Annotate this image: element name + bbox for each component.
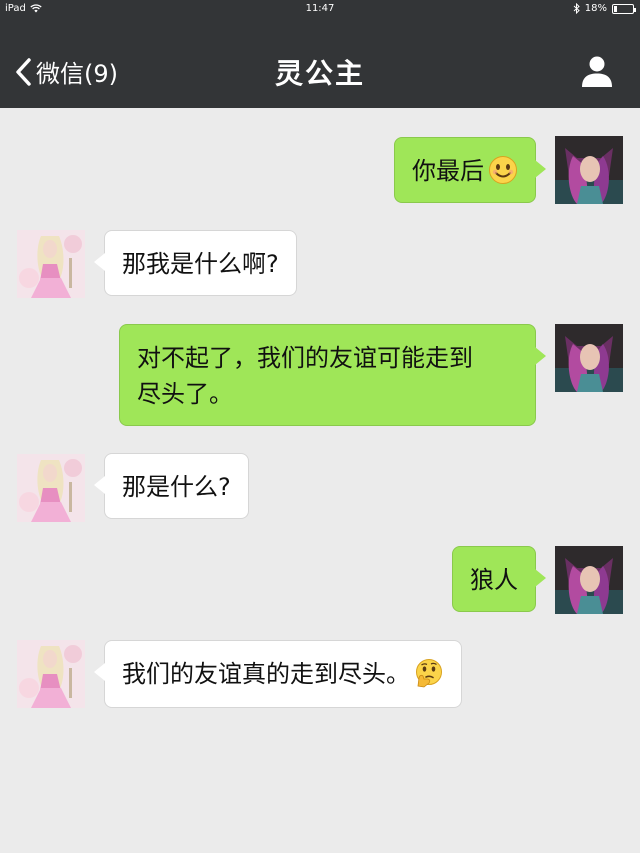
bluetooth-icon [573,3,580,14]
message-text: 那我是什么啊? [122,250,279,278]
message-text: 你最后 [412,157,484,185]
battery-fill [614,5,618,12]
message-text: 我们的友谊真的走到尽头。 [122,660,410,688]
chat-title: 灵公主 [274,57,365,90]
message-bubble-incoming[interactable]: 我们的友谊真的走到尽头。 [94,640,462,708]
message-bubble-outgoing[interactable]: 对不起了，我们的友谊可能走到 尽头了。 [119,324,546,426]
contact-avatar[interactable] [17,454,85,522]
message-bubble-outgoing[interactable]: 狼人 [452,546,546,612]
message-text-line: 对不起了，我们的友谊可能走到 [137,344,473,372]
chat-area[interactable]: 你最后 那我是什么啊? 对不起了，我们的友谊可能走到 尽头了。 那是什么? 狼人… [0,108,640,853]
status-time: 11:47 [305,3,335,14]
contact-avatar[interactable] [17,230,85,298]
self-avatar[interactable] [555,136,623,204]
message-text: 那是什么? [122,473,231,501]
contact-avatar[interactable] [17,640,85,708]
thinking-face-emoji [416,659,442,688]
message-text-line: 尽头了。 [137,380,233,408]
status-right-group: 18% [573,3,636,14]
profile-icon[interactable] [580,54,614,88]
smiling-face-emoji [489,156,517,184]
battery-percent: 18% [584,3,607,14]
nav-bar: 微信(9) 灵公主 [0,18,640,108]
battery-icon [612,3,636,14]
message-bubble-outgoing[interactable]: 你最后 [394,137,546,203]
self-avatar[interactable] [555,324,623,392]
message-bubble-incoming[interactable]: 那我是什么啊? [94,230,297,296]
message-bubble-incoming[interactable]: 那是什么? [94,453,249,519]
status-bar: iPad 11:47 18% [0,0,640,18]
self-avatar[interactable] [555,546,623,614]
message-text: 狼人 [470,566,518,594]
